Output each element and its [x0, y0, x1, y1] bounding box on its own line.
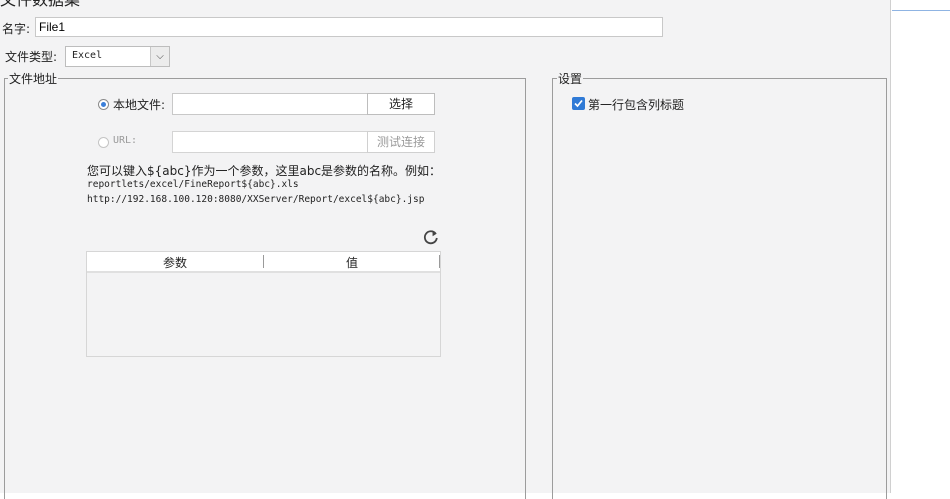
test-connection-button[interactable]: 测试连接: [367, 131, 435, 153]
url-input[interactable]: [172, 131, 368, 153]
column-header-value: 值: [345, 256, 358, 270]
column-divider[interactable]: [439, 255, 440, 268]
column-header-parameter: 参数: [162, 256, 187, 270]
settings-group: [552, 78, 887, 499]
filetype-label: 文件类型:: [5, 50, 58, 64]
settings-group-title: 设置: [557, 70, 584, 87]
close-icon[interactable]: ✕: [856, 0, 871, 5]
name-input[interactable]: [35, 17, 663, 37]
filetype-value: Excel: [72, 50, 103, 61]
local-file-input[interactable]: [172, 93, 368, 115]
dialog-title: 文件数据集: [0, 0, 80, 10]
chevron-down-icon[interactable]: ⌵: [150, 47, 169, 66]
background-window-edge: [892, 10, 950, 11]
hint-text: 您可以键入${abc}作为一个参数，这里abc是参数的名称。例如：: [87, 164, 442, 178]
checkmark-icon: [574, 99, 583, 108]
url-radio[interactable]: [98, 137, 109, 148]
file-address-group-title: 文件地址: [8, 70, 59, 87]
local-file-label: 本地文件:: [113, 98, 166, 112]
first-row-header-label: 第一行包含列标题: [588, 98, 685, 112]
url-label: URL:: [113, 135, 138, 146]
first-row-header-checkbox[interactable]: [572, 97, 585, 110]
hint-example-path: reportlets/excel/FineReport${abc}.xls: [87, 179, 299, 190]
choose-file-button[interactable]: 选择: [367, 93, 435, 115]
parameter-table: 参数 值: [86, 251, 441, 357]
filetype-select[interactable]: Excel ⌵: [65, 46, 170, 67]
table-header: 参数 值: [87, 252, 440, 273]
name-label: 名字:: [2, 22, 31, 36]
refresh-icon[interactable]: [423, 229, 439, 245]
hint-example-url: http://192.168.100.120:8080/XXServer/Rep…: [87, 194, 425, 205]
local-file-radio[interactable]: [98, 99, 109, 110]
